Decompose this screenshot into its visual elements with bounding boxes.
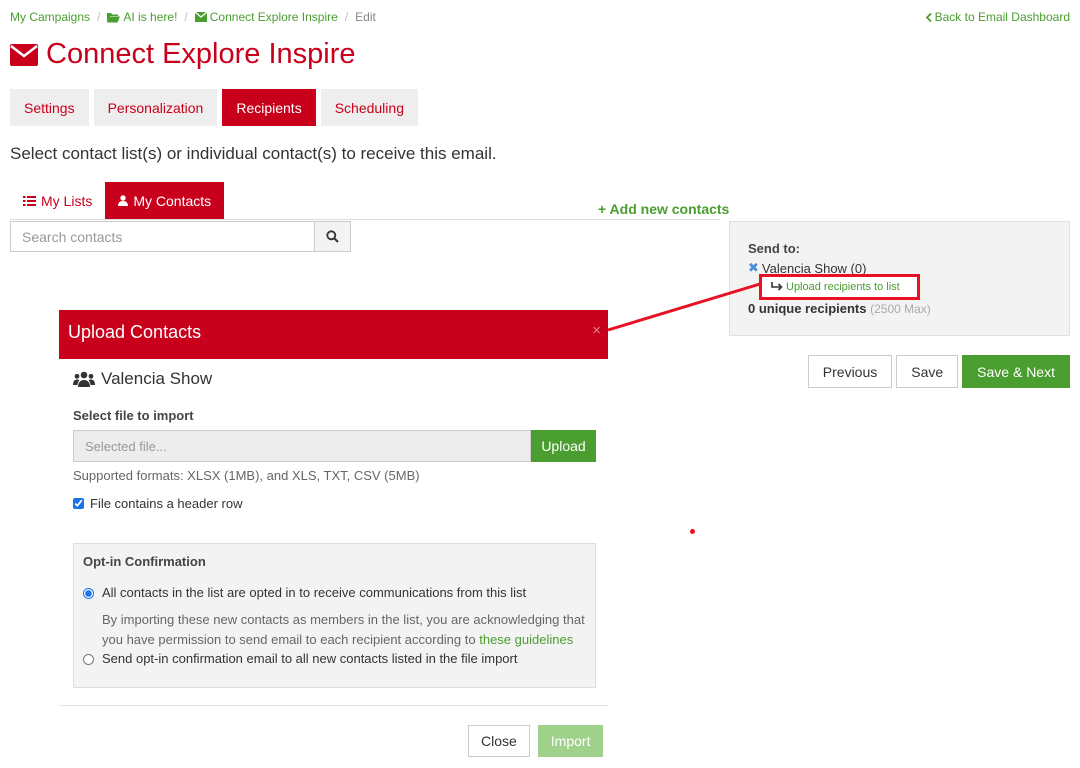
page-title-text: Connect Explore Inspire (46, 38, 356, 70)
tab-my-contacts[interactable]: My Contacts (105, 182, 225, 219)
folder-open-icon (107, 12, 121, 22)
close-button[interactable]: Close (468, 725, 530, 757)
tab-settings[interactable]: Settings (10, 89, 89, 126)
optin-radio-opted-in[interactable] (83, 588, 94, 599)
select-file-label: Select file to import (73, 408, 194, 423)
back-to-dashboard-link[interactable]: Back to Email Dashboard (925, 10, 1070, 24)
tab-my-lists-label: My Lists (41, 192, 93, 209)
search-input[interactable] (11, 222, 314, 251)
save-next-button[interactable]: Save & Next (962, 355, 1070, 388)
modal-footer-actions: Close Import (468, 725, 604, 757)
file-import-row: Selected file... Upload (73, 430, 596, 462)
header-row-option: File contains a header row (73, 496, 242, 511)
header-row-label: File contains a header row (90, 496, 243, 511)
supported-formats: Supported formats: XLSX (1MB), and XLS, … (73, 468, 420, 483)
optin-note: By importing these new contacts as membe… (102, 610, 592, 650)
breadcrumb-ai-is-here[interactable]: AI is here! (107, 10, 177, 24)
modal-list-name: Valencia Show (73, 369, 212, 389)
breadcrumb-ai-label: AI is here! (123, 10, 178, 24)
unique-recipients-count: 0 unique recipients (748, 301, 867, 316)
send-to-panel: Send to: ✖ Valencia Show (0) Upload reci… (729, 221, 1070, 336)
upload-recipients-label: Upload recipients to list (786, 281, 900, 293)
breadcrumb-separator: / (184, 10, 188, 24)
recipient-subtabs: My Lists My Contacts (10, 182, 225, 219)
subtab-divider (10, 219, 720, 220)
list-icon (23, 195, 36, 206)
optin-option-send-email: Send opt-in confirmation email to all ne… (83, 651, 517, 666)
search-contacts (10, 221, 351, 252)
tab-recipients[interactable]: Recipients (222, 89, 316, 126)
import-button[interactable]: Import (537, 725, 604, 757)
breadcrumb: My Campaigns / AI is here! / Connect Exp… (10, 10, 376, 24)
back-link-label: Back to Email Dashboard (934, 10, 1070, 24)
breadcrumb-current: Edit (355, 10, 376, 24)
breadcrumb-campaign-label: Connect Explore Inspire (209, 10, 338, 24)
modal-close-icon[interactable]: × (592, 322, 601, 339)
remove-icon[interactable]: ✖ (748, 260, 759, 276)
optin-option-opted-in-label: All contacts in the list are opted in to… (102, 585, 527, 600)
unique-recipients: 0 unique recipients (2500 Max) (748, 301, 931, 316)
modal-footer-divider (59, 705, 608, 706)
send-to-label: Send to: (748, 241, 800, 256)
optin-option-send-email-label: Send opt-in confirmation email to all ne… (102, 651, 518, 666)
annotation-dot (690, 529, 695, 534)
page-title: Connect Explore Inspire (10, 38, 356, 71)
save-button[interactable]: Save (896, 355, 959, 388)
modal-title: Upload Contacts (68, 322, 202, 342)
users-icon (73, 371, 95, 387)
chevron-left-icon (925, 12, 932, 22)
optin-heading: Opt-in Confirmation (83, 554, 206, 569)
upload-contacts-modal-header: Upload Contacts × (59, 310, 608, 359)
search-icon (326, 230, 339, 243)
optin-option-opted-in: All contacts in the list are opted in to… (83, 585, 526, 600)
recipient-max: (2500 Max) (870, 302, 931, 316)
tab-scheduling[interactable]: Scheduling (320, 89, 418, 126)
tab-personalization[interactable]: Personalization (93, 89, 218, 126)
add-new-contacts-link[interactable]: + Add new contacts (598, 201, 729, 217)
upload-button[interactable]: Upload (531, 430, 596, 462)
upload-recipients-link[interactable]: Upload recipients to list (759, 274, 920, 300)
optin-radio-send-email[interactable] (83, 654, 94, 665)
guidelines-link[interactable]: these guidelines (479, 632, 573, 647)
breadcrumb-campaign[interactable]: Connect Explore Inspire (194, 10, 338, 24)
breadcrumb-separator: / (344, 10, 349, 24)
envelope-icon (194, 12, 207, 22)
main-tabs: Settings Personalization Recipients Sche… (10, 89, 418, 126)
wizard-actions: Previous Save Save & Next (807, 355, 1070, 388)
previous-button[interactable]: Previous (807, 355, 893, 388)
selected-file-field[interactable]: Selected file... (73, 430, 531, 462)
search-button[interactable] (314, 222, 350, 251)
header-row-checkbox[interactable] (73, 498, 84, 509)
modal-list-name-text: Valencia Show (101, 369, 213, 388)
optin-confirmation-box: Opt-in Confirmation All contacts in the … (73, 543, 596, 688)
envelope-icon (10, 43, 38, 66)
share-arrow-icon (771, 282, 783, 291)
user-icon (118, 195, 129, 206)
recipients-instruction: Select contact list(s) or individual con… (10, 144, 497, 163)
breadcrumb-my-campaigns[interactable]: My Campaigns (10, 10, 90, 24)
breadcrumb-separator: / (97, 10, 101, 24)
tab-my-contacts-label: My Contacts (133, 192, 212, 209)
tab-my-lists[interactable]: My Lists (10, 182, 105, 219)
